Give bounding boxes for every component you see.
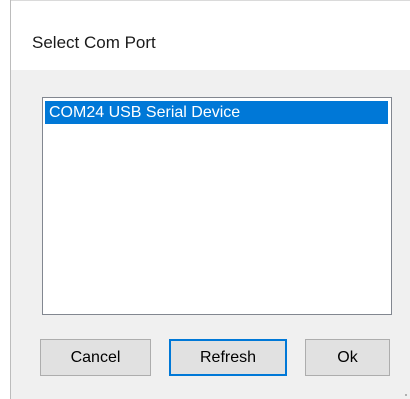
- cancel-button-label: Cancel: [70, 348, 121, 366]
- com-port-listbox[interactable]: COM24 USB Serial Device: [42, 97, 392, 315]
- select-com-port-dialog: Select Com Port COM24 USB Serial Device …: [10, 0, 410, 399]
- list-item-label: COM24 USB Serial Device: [49, 104, 241, 121]
- list-item-com24[interactable]: COM24 USB Serial Device: [45, 101, 388, 124]
- ok-button-label: Ok: [337, 348, 358, 366]
- cancel-button[interactable]: Cancel: [40, 339, 151, 376]
- dialog-titlebar: Select Com Port: [11, 0, 410, 70]
- ok-button[interactable]: Ok: [305, 339, 390, 376]
- resize-grip[interactable]: [405, 394, 407, 396]
- refresh-button[interactable]: Refresh: [169, 339, 287, 376]
- dialog-title: Select Com Port: [32, 33, 156, 52]
- refresh-button-label: Refresh: [199, 348, 257, 366]
